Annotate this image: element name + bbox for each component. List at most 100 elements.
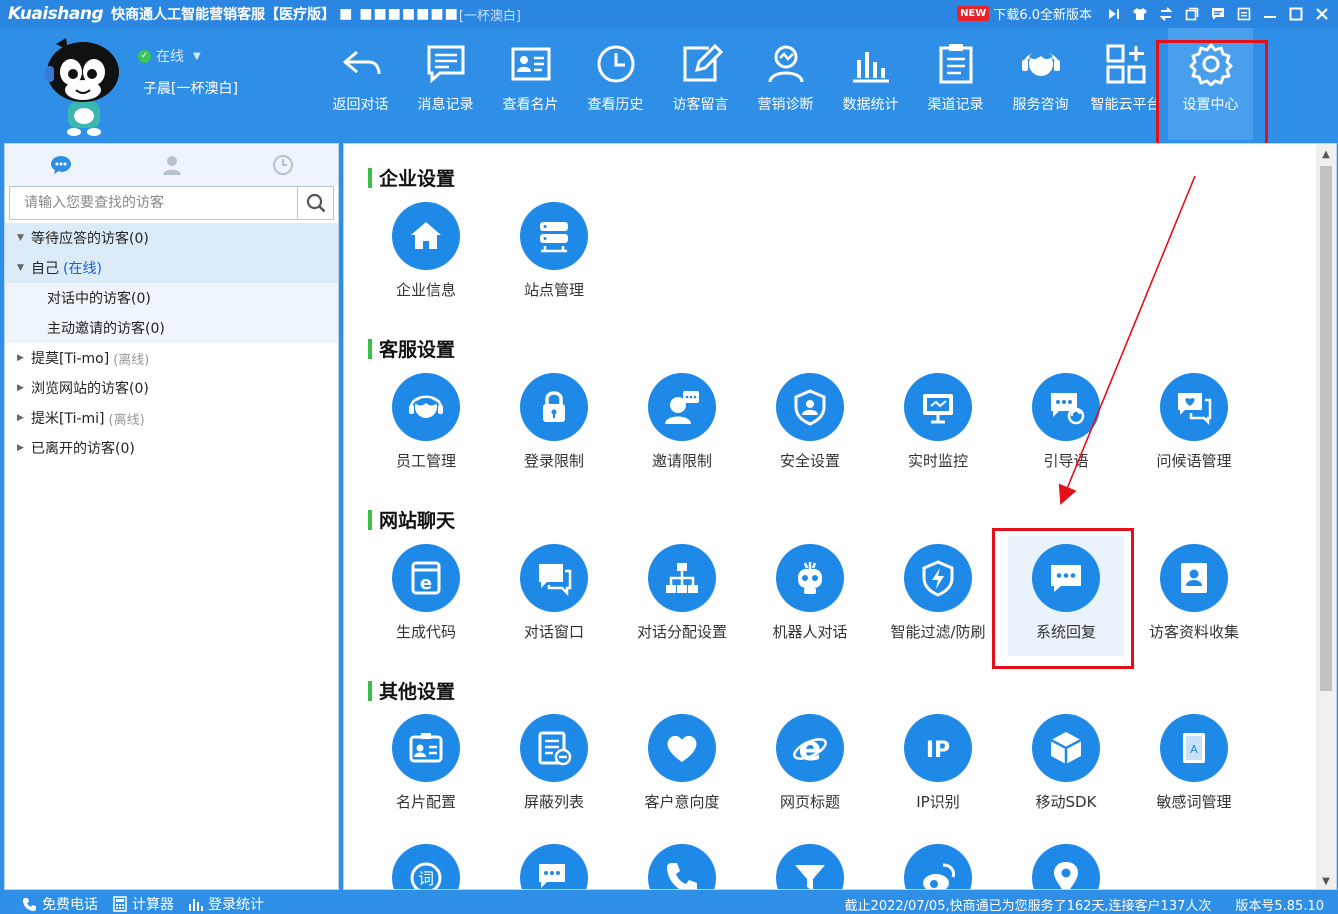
setting-browser-e-item[interactable]: e 网页标题 (746, 714, 874, 812)
window-icon[interactable] (1184, 6, 1200, 22)
toolbar-edit-button[interactable]: 访客留言 (658, 28, 743, 140)
setting-chat-heart-item[interactable]: 问候语管理 (1130, 373, 1258, 471)
scroll-up-icon[interactable]: ▲ (1316, 144, 1336, 164)
setting-label: 访客资料收集 (1148, 623, 1239, 641)
setting-code-window-item[interactable]: e 生成代码 (362, 544, 490, 642)
headset-person-icon (409, 395, 443, 418)
toolbar-clock-button[interactable]: 查看历史 (573, 28, 658, 140)
tree-row[interactable]: ▶ 已离开的访客(0) (5, 433, 338, 463)
setting-book-item[interactable]: A 敏感词管理 (1130, 714, 1258, 812)
main-toolbar: 返回对话 消息记录 查看名片 查看历史 访客留言 营销诊断 数据统计 渠道记录 服务咨询 智能云平… (318, 28, 1253, 140)
setting-id-card-item[interactable]: 名片配置 (362, 714, 490, 812)
mascot-avatar[interactable] (38, 32, 128, 138)
setting-weibo-item[interactable] (874, 844, 1002, 889)
setting-lock-item[interactable]: 登录限制 (490, 373, 618, 471)
tree-row[interactable]: ▶ 浏览网站的访客(0) (5, 373, 338, 403)
status-tag: (在线) (63, 261, 102, 277)
statusbar-phone-small-button[interactable]: 免费电话 (22, 894, 98, 914)
id-card-icon (409, 733, 443, 763)
calculator-icon (113, 896, 127, 912)
setting-heart-item[interactable]: 客户意向度 (618, 714, 746, 812)
chevron-right-icon[interactable]: ▶ (17, 443, 31, 453)
toolbar-label: 渠道记录 (927, 97, 984, 113)
setting-headset-person-item[interactable]: 员工管理 (362, 373, 490, 471)
shirt-icon[interactable] (1132, 6, 1148, 22)
setting-icon-circle: e (392, 544, 460, 612)
status-selector[interactable]: ✓ 在线 ▼ (138, 46, 201, 66)
return-arrow-icon (343, 50, 380, 75)
download-link[interactable]: 下载6.0全新版本 (993, 4, 1092, 23)
setting-filter-item[interactable] (746, 844, 874, 889)
tree-row[interactable]: 主动邀请的访客(0) (5, 313, 338, 343)
setting-icon-circle (776, 544, 844, 612)
tab-history[interactable] (227, 144, 338, 186)
chevron-right-icon[interactable]: ▶ (17, 353, 31, 363)
chevron-down-icon[interactable]: ▼ (193, 51, 201, 62)
statusbar-calculator-button[interactable]: 计算器 (112, 894, 174, 914)
statusbar-label: 登录统计 (208, 897, 264, 913)
toolbar-bar-chart-button[interactable]: 数据统计 (828, 28, 913, 140)
toolbar-label: 服务咨询 (1012, 97, 1069, 113)
setting-home-item[interactable]: 企业信息 (362, 202, 490, 300)
setting-word-item[interactable]: 词 (362, 844, 490, 889)
tree-row-label: 提米[Ti-mi] (31, 411, 105, 427)
setting-shield-person-item[interactable]: 安全设置 (746, 373, 874, 471)
setting-chat-bubbles-item[interactable]: 对话窗口 (490, 544, 618, 642)
close-icon[interactable] (1314, 6, 1330, 22)
tab-contacts[interactable] (116, 144, 227, 186)
search-button[interactable] (297, 187, 333, 219)
tree-row-label: 提莫[Ti-mo] (31, 351, 110, 367)
setting-person-chat-item[interactable]: 邀请限制 (618, 373, 746, 471)
setting-label: IP识别 (916, 793, 960, 811)
tab-conversations[interactable] (5, 144, 116, 186)
setting-monitor-item[interactable]: 实时监控 (874, 373, 1002, 471)
toolbar-headset-button[interactable]: 服务咨询 (998, 28, 1083, 140)
tree-row[interactable]: ▶ 提米[Ti-mi] (离线) (5, 403, 338, 433)
setting-cube-item[interactable]: 移动SDK (1002, 714, 1130, 812)
chevron-right-icon[interactable]: ▶ (17, 413, 31, 423)
brand-logo: Kuaishang (8, 4, 104, 24)
scroll-down-icon[interactable]: ▼ (1316, 871, 1336, 889)
toolbar-return-arrow-button[interactable]: 返回对话 (318, 28, 403, 140)
setting-icon-circle (520, 202, 588, 270)
toolbar-clipboard-button[interactable]: 渠道记录 (913, 28, 998, 140)
tree-row[interactable]: ▶ 提莫[Ti-mo] (离线) (5, 343, 338, 373)
swap-icon[interactable] (1158, 6, 1174, 22)
setting-chat-edit-item[interactable] (490, 844, 618, 889)
maximize-icon[interactable] (1288, 6, 1304, 22)
chevron-down-icon[interactable]: ▼ (17, 263, 31, 273)
search-input[interactable] (10, 187, 297, 219)
vertical-scrollbar[interactable]: ▲ ▼ (1316, 144, 1336, 889)
setting-list-block-item[interactable]: 屏蔽列表 (490, 714, 618, 812)
setting-chat-refresh-item[interactable]: 引导语 (1002, 373, 1130, 471)
toolbar-card-button[interactable]: 查看名片 (488, 28, 573, 140)
toolbar-message-button[interactable]: 消息记录 (403, 28, 488, 140)
setting-contact-card-item[interactable]: 访客资料收集 (1130, 544, 1258, 642)
setting-hierarchy-item[interactable]: 对话分配设置 (618, 544, 746, 642)
chat-refresh-icon (1051, 393, 1085, 425)
setting-server-item[interactable]: 站点管理 (490, 202, 618, 300)
setting-label: 客户意向度 (644, 793, 720, 811)
play-icon[interactable] (1106, 6, 1122, 22)
chevron-down-icon[interactable]: ▼ (17, 233, 31, 243)
setting-location-item[interactable] (1002, 844, 1130, 889)
menu-icon[interactable] (1236, 6, 1252, 22)
chat-icon[interactable] (1210, 6, 1226, 22)
setting-shield-bolt-item[interactable]: 智能过滤/防刷 (874, 544, 1002, 642)
toolbar-diagnosis-button[interactable]: 营销诊断 (743, 28, 828, 140)
setting-ip-item[interactable]: IP IP识别 (874, 714, 1002, 812)
setting-robot-item[interactable]: 机器人对话 (746, 544, 874, 642)
minimize-icon[interactable] (1262, 6, 1278, 22)
statusbar-stats-button[interactable]: 登录统计 (188, 894, 264, 914)
svg-text:A: A (1190, 743, 1198, 756)
chevron-right-icon[interactable]: ▶ (17, 383, 31, 393)
book-icon: A (1183, 733, 1205, 763)
tree-row[interactable]: ▼ 自己 (在线) (5, 253, 338, 283)
scroll-thumb[interactable] (1320, 166, 1332, 691)
service-info: 截止2022/07/05,快商通已为您服务了162天,连接客户137人次 (844, 899, 1212, 914)
setting-label: 登录限制 (523, 452, 584, 470)
setting-phone-item[interactable] (618, 844, 746, 889)
tree-row[interactable]: 对话中的访客(0) (5, 283, 338, 313)
tree-row[interactable]: ▼ 等待应答的访客(0) (5, 223, 338, 253)
server-icon (540, 222, 568, 253)
